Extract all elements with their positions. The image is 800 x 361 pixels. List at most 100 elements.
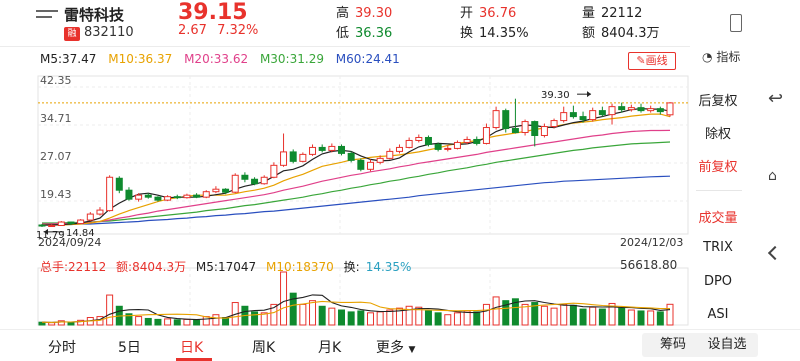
post-adjust-button[interactable]: 后复权 — [690, 90, 746, 109]
add-watchlist-button[interactable]: 设自选 — [696, 333, 758, 357]
pre-adjust-button[interactable]: 前复权 — [690, 156, 746, 175]
panel-divider — [696, 190, 742, 191]
tab-intraday[interactable]: 分时 — [48, 337, 76, 357]
candle — [589, 110, 597, 121]
back-icon[interactable]: ↩ — [768, 88, 783, 109]
volume-legend: 总手:22112 额:8404.3万 M5:17047 M10:18370 换:… — [40, 258, 423, 275]
candle — [48, 225, 56, 228]
ma20-label: M20:33.62 — [184, 52, 249, 66]
volume-bar — [386, 309, 394, 326]
candle — [637, 107, 645, 112]
volume-bar — [637, 310, 645, 326]
candle — [492, 110, 500, 129]
stock-name: 雷特科技 — [64, 6, 125, 24]
nav-back-chevron-icon[interactable] — [767, 245, 783, 261]
vol-turnover: 换: 14.35% — [344, 260, 418, 274]
candle — [270, 164, 278, 178]
turnover-label: 换 — [460, 26, 474, 41]
volume-bar — [154, 318, 162, 326]
candle — [511, 128, 519, 134]
menu-icon[interactable] — [36, 10, 58, 26]
candle — [453, 141, 461, 149]
candle — [193, 194, 201, 198]
ex-rights-button[interactable]: 除权 — [690, 123, 746, 142]
caret-down-icon: ▼ — [408, 345, 416, 355]
volume-bar — [666, 303, 674, 326]
volume-bar — [193, 319, 201, 326]
candle — [531, 121, 539, 136]
candle — [444, 147, 452, 150]
volume-bar — [212, 314, 220, 326]
volume-bar — [309, 300, 317, 326]
volume-bar — [492, 296, 500, 326]
volume-bar — [473, 311, 481, 326]
draw-line-button[interactable]: ✎画线 — [628, 52, 676, 70]
candle — [550, 120, 558, 128]
ma10-label: M10:36.37 — [108, 52, 173, 66]
candle — [347, 152, 355, 161]
asi-button[interactable]: ASI — [690, 307, 746, 322]
tab-more[interactable]: 更多 ▼ — [376, 337, 415, 357]
candle — [135, 194, 143, 200]
turnover-value: 14.35% — [479, 26, 529, 41]
home-icon[interactable]: ⌂ — [768, 168, 777, 184]
pencil-icon: ✎ — [636, 54, 646, 67]
candle — [579, 116, 587, 121]
candle — [106, 176, 114, 212]
high-label: 高 — [336, 6, 350, 21]
candle — [395, 146, 403, 152]
tab-daily-k[interactable]: 日K — [180, 337, 203, 357]
volume-bar — [318, 305, 326, 326]
candle — [366, 161, 374, 170]
dpo-button[interactable]: DPO — [690, 274, 746, 289]
indicator-button[interactable]: ◔ 指标 — [702, 48, 740, 65]
candle — [627, 107, 635, 111]
volume-bar — [106, 294, 114, 326]
period-tab-bar: 分时 5日 日K 周K 月K 更多 ▼ 筹码 设自选 — [0, 329, 800, 361]
tab-weekly-k[interactable]: 周K — [252, 337, 275, 357]
candle — [144, 194, 152, 198]
turnover-stat: 换 14.35% — [460, 22, 529, 41]
trix-button[interactable]: TRIX — [690, 240, 746, 255]
volume-max: 56618.80 — [620, 258, 678, 272]
volume-bar — [280, 271, 288, 326]
volume-bar — [376, 311, 384, 326]
y-tick-label: 19.43 — [40, 188, 72, 201]
volume-bar — [202, 316, 210, 326]
tab-monthly-k[interactable]: 月K — [318, 337, 341, 357]
candle — [280, 151, 288, 166]
high-mark-arrowhead — [587, 91, 592, 98]
chips-button[interactable]: 筹码 — [642, 333, 704, 357]
candle — [86, 213, 94, 221]
candle — [38, 224, 46, 227]
total-amount: 额:8404.3万 — [116, 260, 187, 274]
volume-bar — [67, 321, 75, 326]
margin-badge: 融 — [64, 27, 80, 41]
draw-line-label: 画线 — [645, 54, 668, 67]
y-tick-label: 34.71 — [40, 112, 72, 125]
tab-5day[interactable]: 5日 — [118, 337, 141, 357]
open-stat: 开 36.76 — [460, 2, 516, 21]
candle — [424, 136, 432, 145]
ma5-label: M5:37.47 — [40, 52, 97, 66]
volume-bar — [164, 318, 172, 326]
volume-indicator-button[interactable]: 成交量 — [690, 207, 746, 226]
volume-bar — [444, 314, 452, 326]
side-nav: ↩ ⌂ — [752, 0, 800, 360]
candle — [183, 194, 191, 199]
candle — [666, 102, 674, 116]
candle — [647, 108, 655, 112]
volume-bar — [299, 303, 307, 326]
volume-bar — [183, 318, 191, 326]
volume-bar — [569, 304, 577, 326]
candle — [212, 188, 220, 193]
volume-bar — [540, 305, 548, 326]
open-value: 36.76 — [479, 6, 517, 21]
volume-bar — [656, 311, 664, 326]
volume-bar — [618, 307, 626, 326]
candle — [338, 145, 346, 154]
low-label: 低 — [336, 26, 350, 41]
vol-turnover-label: 换: — [343, 260, 360, 274]
volume-bar — [434, 312, 442, 326]
phone-icon[interactable] — [730, 14, 742, 32]
